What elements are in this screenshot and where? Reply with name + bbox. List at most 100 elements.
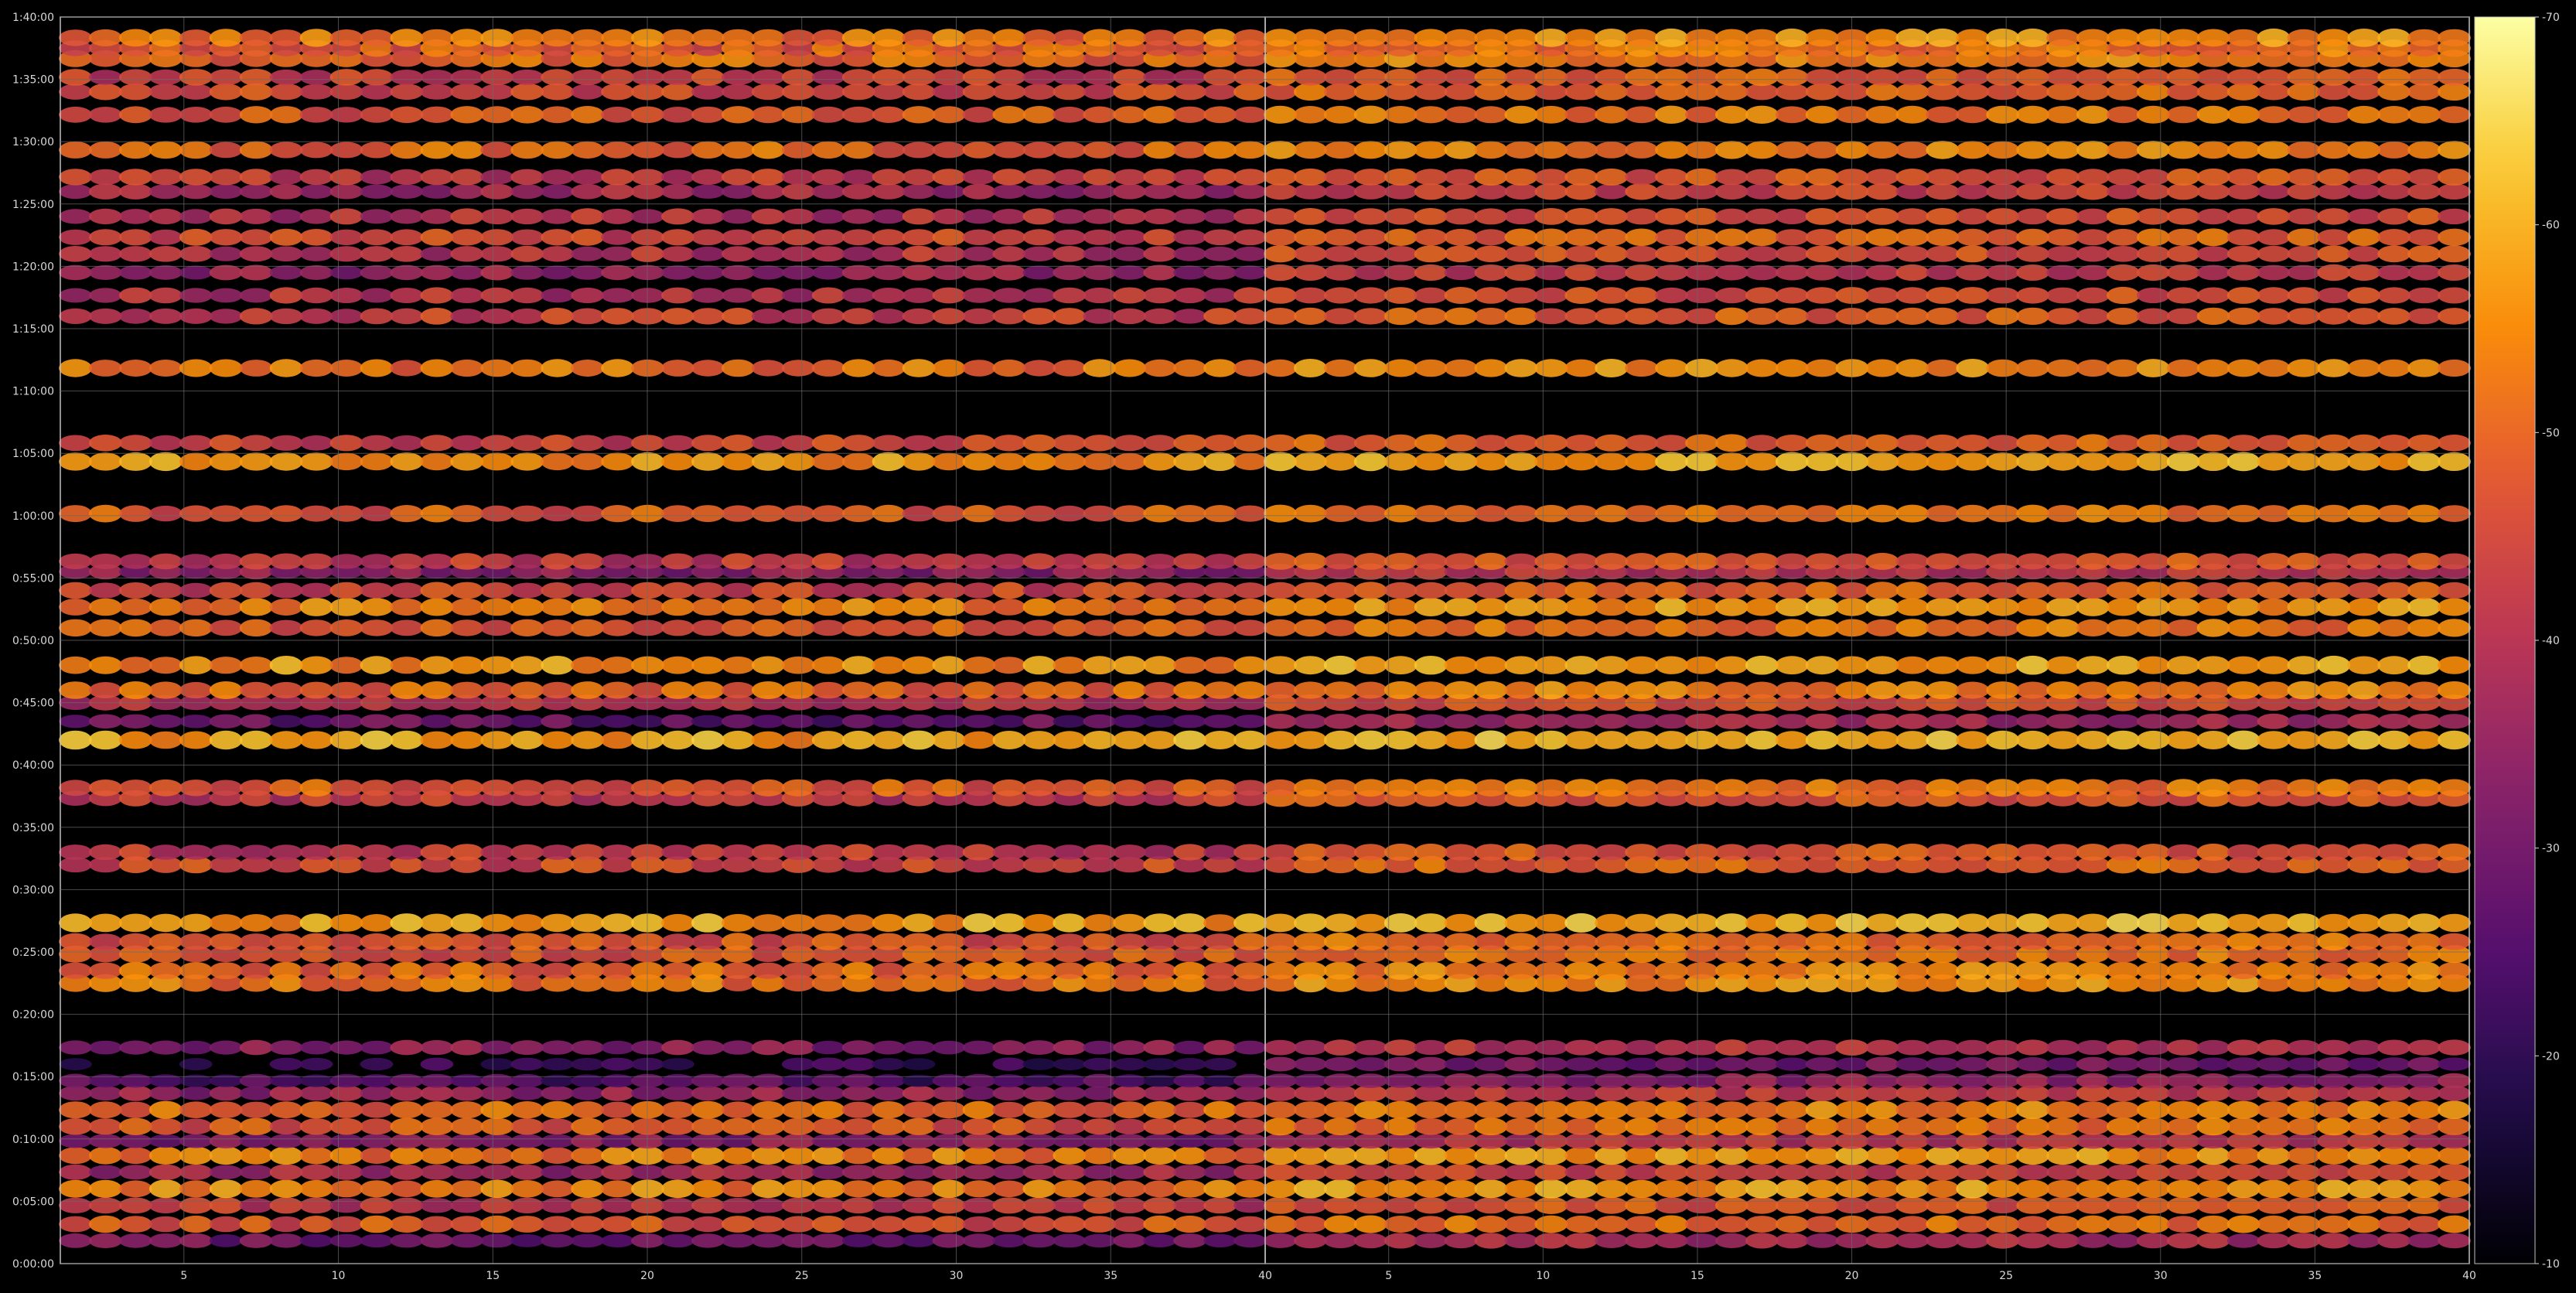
heat-cell	[2166, 29, 2200, 47]
heat-cell	[2226, 105, 2260, 124]
heat-cell	[2076, 208, 2110, 225]
heat-cell	[992, 184, 1026, 200]
heat-cell	[1865, 264, 1899, 281]
heat-cell	[751, 844, 785, 861]
heat-cell	[2226, 359, 2260, 377]
heat-cell	[1113, 780, 1147, 797]
x-tick-label: 5	[1385, 1270, 1392, 1282]
heatmap-chart: 0:00:000:05:000:10:000:15:000:20:000:25:…	[0, 0, 2576, 1293]
heat-cell	[480, 264, 514, 281]
heat-cell	[992, 452, 1026, 471]
heat-cell	[1053, 229, 1087, 245]
heat-cell	[2166, 69, 2200, 86]
heat-cell	[480, 1058, 514, 1070]
heat-cell	[209, 1179, 243, 1199]
heat-cell	[88, 29, 122, 46]
heat-cell	[239, 582, 273, 599]
heat-cell	[1805, 619, 1839, 637]
heat-cell	[1323, 287, 1357, 304]
heat-cell	[571, 1147, 604, 1165]
heat-cell	[1534, 228, 1568, 247]
heat-cell	[541, 962, 575, 979]
heat-cell	[329, 309, 363, 324]
heat-cell	[1956, 844, 1990, 861]
heat-cell	[59, 141, 92, 159]
heat-cell	[1323, 228, 1357, 246]
heat-cell	[239, 505, 273, 522]
heat-cell	[2016, 83, 2050, 101]
heat-cell	[450, 1180, 484, 1198]
heat-cell	[1625, 681, 1659, 700]
heat-cell	[1323, 452, 1357, 471]
heat-cell	[450, 106, 484, 124]
heat-cell	[2438, 619, 2471, 637]
heat-cell	[2196, 307, 2230, 326]
heat-cell	[962, 169, 996, 185]
heat-cell	[1895, 619, 1929, 637]
heat-cell	[2136, 183, 2170, 200]
heat-cell	[209, 681, 243, 699]
heat-cell	[1595, 308, 1629, 325]
heat-cell	[1956, 83, 1990, 101]
heat-cell	[1203, 681, 1237, 699]
heat-cell	[2438, 308, 2471, 325]
heat-cell	[902, 598, 936, 616]
heat-cell	[2377, 730, 2411, 750]
heat-cell	[1414, 169, 1448, 186]
heat-cell	[1294, 582, 1327, 599]
heat-cell	[2317, 779, 2351, 797]
heat-cell	[1264, 1196, 1297, 1214]
heat-cell	[661, 1165, 694, 1180]
heat-cell	[209, 1197, 243, 1214]
heat-cell	[1655, 731, 1688, 749]
heat-cell	[2016, 105, 2050, 124]
heat-cell	[390, 1197, 424, 1214]
heat-cell	[329, 435, 363, 452]
heat-cell	[420, 435, 454, 452]
heat-cell	[1083, 731, 1117, 749]
heat-cell	[148, 29, 183, 47]
heat-cell	[1143, 452, 1177, 471]
heat-cell	[1143, 844, 1177, 860]
heat-cell	[691, 265, 725, 280]
heat-cell	[1625, 287, 1659, 304]
heat-cell	[1685, 730, 1718, 750]
heat-cell	[811, 434, 845, 452]
heat-cell	[2136, 29, 2170, 47]
heat-cell	[1986, 452, 2020, 471]
heat-cell	[601, 619, 634, 636]
heat-cell	[1714, 1039, 1749, 1056]
heat-cell	[2347, 1117, 2381, 1135]
heat-cell	[148, 169, 183, 186]
heat-cell	[1926, 598, 1960, 616]
heat-cell	[1714, 452, 1749, 471]
heat-cell	[2196, 105, 2230, 124]
heat-cell	[1534, 1146, 1568, 1165]
heat-cell	[1685, 69, 1718, 86]
heat-cell	[1805, 1133, 1839, 1149]
heat-cell	[2257, 69, 2291, 86]
heat-cell	[2016, 655, 2050, 675]
heat-cell	[1384, 1100, 1418, 1119]
heat-cell	[450, 714, 484, 728]
heat-cell	[1323, 1039, 1357, 1056]
heat-cell	[691, 1117, 725, 1135]
heat-cell	[962, 1197, 996, 1213]
heat-cell	[872, 1101, 906, 1119]
heat-cell	[1986, 961, 2020, 980]
heat-cell	[148, 1134, 183, 1148]
heat-cell	[1113, 1216, 1147, 1233]
heat-cell	[1083, 1233, 1117, 1248]
heat-cell	[1022, 1058, 1056, 1070]
heat-cell	[571, 288, 604, 303]
heat-cell	[1714, 68, 1749, 87]
heat-cell	[1353, 359, 1387, 377]
heat-cell	[1022, 619, 1056, 636]
heat-cell	[148, 84, 183, 100]
heat-cell	[1083, 1165, 1117, 1180]
heat-cell	[2377, 68, 2411, 87]
heat-cell	[571, 84, 604, 100]
heat-cell	[269, 715, 303, 728]
heat-cell	[841, 264, 875, 281]
heat-cell	[450, 452, 484, 471]
